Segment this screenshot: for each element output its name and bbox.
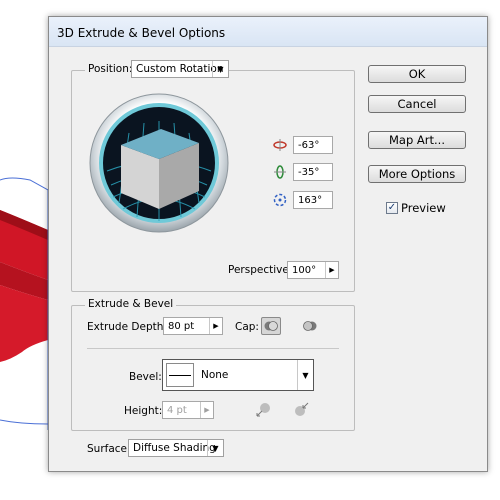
- perspective-field[interactable]: 100° ▶: [287, 261, 339, 279]
- extrude-depth-value: 80 pt: [168, 320, 195, 332]
- x-rotation-value: -63°: [298, 139, 320, 151]
- bevel-label: Bevel:: [129, 371, 162, 383]
- z-rotation-value: 163°: [298, 194, 323, 206]
- extrude-depth-field[interactable]: 80 pt ▶: [163, 317, 223, 335]
- height-value: 4 pt: [167, 404, 187, 416]
- dialog-title: 3D Extrude & Bevel Options: [57, 26, 226, 40]
- rotate-z-icon: [273, 193, 287, 207]
- rotate-x-icon: [273, 139, 287, 151]
- chevron-right-icon: ▶: [200, 402, 213, 418]
- artwork-3d-object[interactable]: [0, 0, 48, 440]
- chevron-down-icon: ▼: [297, 360, 313, 390]
- position-value: Custom Rotation: [136, 63, 224, 75]
- extrude-depth-label: Extrude Depth:: [87, 321, 167, 333]
- divider: [87, 348, 339, 349]
- bevel-in-icon: [295, 402, 309, 416]
- height-field: 4 pt ▶: [162, 401, 214, 419]
- y-rotation-field[interactable]: -35°: [293, 163, 333, 181]
- position-label: Position:: [85, 63, 136, 75]
- x-rotation-field[interactable]: -63°: [293, 136, 333, 154]
- more-options-button[interactable]: More Options: [368, 165, 466, 183]
- rotate-y-icon: [274, 165, 286, 179]
- extrude-bevel-dialog: 3D Extrude & Bevel Options Position: Cus…: [48, 16, 488, 472]
- z-rotation-field[interactable]: 163°: [293, 191, 333, 209]
- ok-button[interactable]: OK: [368, 65, 466, 83]
- surface-dropdown[interactable]: Diffuse Shading ▼: [128, 439, 224, 457]
- bevel-value: None: [201, 369, 229, 381]
- height-label: Height:: [124, 405, 163, 417]
- surface-value: Diffuse Shading: [133, 442, 216, 454]
- y-rotation-value: -35°: [298, 166, 320, 178]
- preview-checkbox[interactable]: ✓: [386, 202, 398, 214]
- extrude-bevel-legend: Extrude & Bevel: [85, 298, 177, 310]
- map-art-button[interactable]: Map Art...: [368, 131, 466, 149]
- chevron-right-icon[interactable]: ▶: [325, 262, 338, 278]
- chevron-right-icon[interactable]: ▶: [209, 318, 222, 334]
- title-bar[interactable]: 3D Extrude & Bevel Options: [49, 17, 487, 47]
- position-dropdown[interactable]: Custom Rotation ▼: [131, 60, 229, 78]
- bevel-out-icon: [256, 403, 270, 417]
- bevel-swatch: [166, 363, 194, 387]
- cap-off-icon: [303, 321, 317, 331]
- bevel-dropdown[interactable]: None ▼: [162, 359, 314, 391]
- preview-label[interactable]: Preview: [401, 201, 446, 215]
- cancel-button[interactable]: Cancel: [368, 95, 466, 113]
- surface-label: Surface:: [87, 443, 131, 455]
- cap-on-button[interactable]: [261, 317, 281, 335]
- chevron-down-icon: ▼: [207, 440, 223, 456]
- cap-on-icon: [264, 321, 278, 331]
- cap-label: Cap:: [235, 321, 259, 333]
- screen: 3D Extrude & Bevel Options Position: Cus…: [0, 0, 500, 500]
- rotation-trackball[interactable]: [89, 93, 229, 233]
- chevron-down-icon: ▼: [212, 61, 228, 77]
- perspective-label: Perspective:: [228, 264, 293, 276]
- perspective-value: 100°: [292, 264, 317, 276]
- cap-off-button[interactable]: [300, 317, 320, 335]
